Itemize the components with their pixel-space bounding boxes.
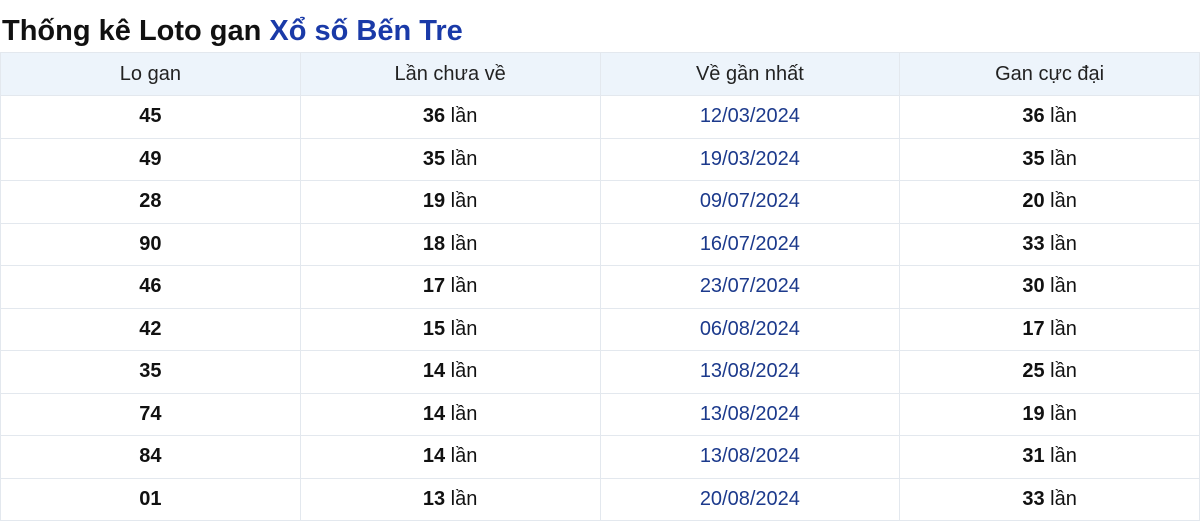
max-gap: 33	[1022, 232, 1045, 255]
missed-count: 35	[422, 147, 446, 170]
page-title: Thống kê Loto gan Xổ số Bến Tre	[0, 0, 1200, 52]
lottery-link[interactable]: Xổ số Bến Tre	[269, 15, 462, 47]
last-seen-date: 06/08/2024	[599, 307, 901, 351]
table-row: 90 18 lần 16/07/2024 33 lần	[0, 222, 1200, 266]
unit-label: lần	[1050, 105, 1077, 128]
page-title-prefix: Thống kê Loto gan	[2, 15, 262, 47]
max-gap-cell: 36 lần	[899, 95, 1200, 139]
unit-label: lần	[1050, 402, 1077, 425]
max-gap: 30	[1022, 275, 1045, 298]
unit-label: lần	[1050, 147, 1077, 170]
header-ve-gan-nhat: Về gần nhất	[599, 52, 901, 96]
unit-label: lần	[1050, 487, 1077, 510]
unit-label: lần	[450, 487, 478, 510]
table-header-row: Lo gan Lần chưa về Về gần nhất Gan cực đ…	[0, 52, 1200, 96]
table-row: 74 14 lần 13/08/2024 19 lần	[0, 392, 1200, 436]
max-gap-cell: 25 lần	[899, 350, 1200, 394]
unit-label: lần	[1050, 190, 1077, 213]
last-seen-date: 12/03/2024	[599, 95, 901, 139]
max-gap: 17	[1022, 317, 1045, 340]
unit-label: lần	[450, 147, 478, 170]
unit-label: lần	[450, 190, 478, 213]
lo-number: 35	[0, 350, 301, 394]
lo-number: 01	[0, 477, 301, 521]
unit-label: lần	[450, 275, 478, 298]
table-row: 35 14 lần 13/08/2024 25 lần	[0, 350, 1200, 394]
table-row: 45 36 lần 12/03/2024 36 lần	[0, 95, 1200, 139]
missed-count: 14	[422, 402, 446, 425]
lo-number: 90	[0, 222, 301, 266]
missed-count-cell: 14 lần	[299, 350, 601, 394]
header-gan-cuc-dai: Gan cực đại	[899, 52, 1200, 96]
table-row: 28 19 lần 09/07/2024 20 lần	[0, 180, 1200, 224]
table-row: 42 15 lần 06/08/2024 17 lần	[0, 307, 1200, 351]
unit-label: lần	[450, 317, 478, 340]
lo-number: 49	[0, 137, 301, 181]
header-lo-gan: Lo gan	[0, 52, 301, 96]
missed-count: 13	[422, 487, 446, 510]
loto-gan-table: Lo gan Lần chưa về Về gần nhất Gan cực đ…	[0, 52, 1200, 521]
max-gap: 20	[1022, 190, 1045, 213]
last-seen-date: 16/07/2024	[599, 222, 901, 266]
missed-count: 17	[422, 275, 446, 298]
unit-label: lần	[450, 445, 478, 468]
lo-number: 45	[0, 95, 301, 139]
missed-count-cell: 19 lần	[299, 180, 601, 224]
last-seen-date: 09/07/2024	[599, 180, 901, 224]
max-gap: 35	[1022, 147, 1045, 170]
missed-count-cell: 14 lần	[299, 435, 601, 479]
last-seen-date: 13/08/2024	[599, 392, 901, 436]
missed-count: 19	[422, 190, 446, 213]
max-gap-cell: 33 lần	[899, 477, 1200, 521]
unit-label: lần	[1050, 317, 1077, 340]
lo-number: 42	[0, 307, 301, 351]
unit-label: lần	[450, 232, 478, 255]
lo-number: 28	[0, 180, 301, 224]
max-gap-cell: 31 lần	[899, 435, 1200, 479]
unit-label: lần	[1050, 360, 1077, 383]
lo-number: 46	[0, 265, 301, 309]
missed-count-cell: 15 lần	[299, 307, 601, 351]
unit-label: lần	[450, 402, 478, 425]
last-seen-date: 23/07/2024	[599, 265, 901, 309]
max-gap: 33	[1022, 487, 1045, 510]
unit-label: lần	[450, 360, 478, 383]
max-gap: 25	[1022, 360, 1045, 383]
table-row: 01 13 lần 20/08/2024 33 lần	[0, 477, 1200, 521]
missed-count: 14	[422, 360, 446, 383]
unit-label: lần	[450, 105, 478, 128]
last-seen-date: 19/03/2024	[599, 137, 901, 181]
last-seen-date: 13/08/2024	[599, 350, 901, 394]
max-gap-cell: 33 lần	[899, 222, 1200, 266]
missed-count: 14	[422, 445, 446, 468]
missed-count-cell: 13 lần	[299, 477, 601, 521]
last-seen-date: 13/08/2024	[599, 435, 901, 479]
missed-count: 36	[422, 105, 446, 128]
max-gap-cell: 17 lần	[899, 307, 1200, 351]
unit-label: lần	[1050, 232, 1077, 255]
missed-count-cell: 14 lần	[299, 392, 601, 436]
missed-count-cell: 18 lần	[299, 222, 601, 266]
unit-label: lần	[1050, 445, 1077, 468]
table-row: 46 17 lần 23/07/2024 30 lần	[0, 265, 1200, 309]
missed-count-cell: 36 lần	[299, 95, 601, 139]
max-gap: 19	[1022, 402, 1045, 425]
max-gap-cell: 30 lần	[899, 265, 1200, 309]
max-gap: 36	[1022, 105, 1045, 128]
max-gap-cell: 35 lần	[899, 137, 1200, 181]
header-lan-chua-ve: Lần chưa về	[299, 52, 601, 96]
missed-count: 18	[422, 232, 446, 255]
table-row: 49 35 lần 19/03/2024 35 lần	[0, 137, 1200, 181]
max-gap-cell: 19 lần	[899, 392, 1200, 436]
lo-number: 84	[0, 435, 301, 479]
max-gap: 31	[1022, 445, 1045, 468]
max-gap-cell: 20 lần	[899, 180, 1200, 224]
unit-label: lần	[1050, 275, 1077, 298]
missed-count-cell: 17 lần	[299, 265, 601, 309]
lo-number: 74	[0, 392, 301, 436]
table-row: 84 14 lần 13/08/2024 31 lần	[0, 435, 1200, 479]
missed-count: 15	[422, 317, 446, 340]
last-seen-date: 20/08/2024	[599, 477, 901, 521]
missed-count-cell: 35 lần	[299, 137, 601, 181]
